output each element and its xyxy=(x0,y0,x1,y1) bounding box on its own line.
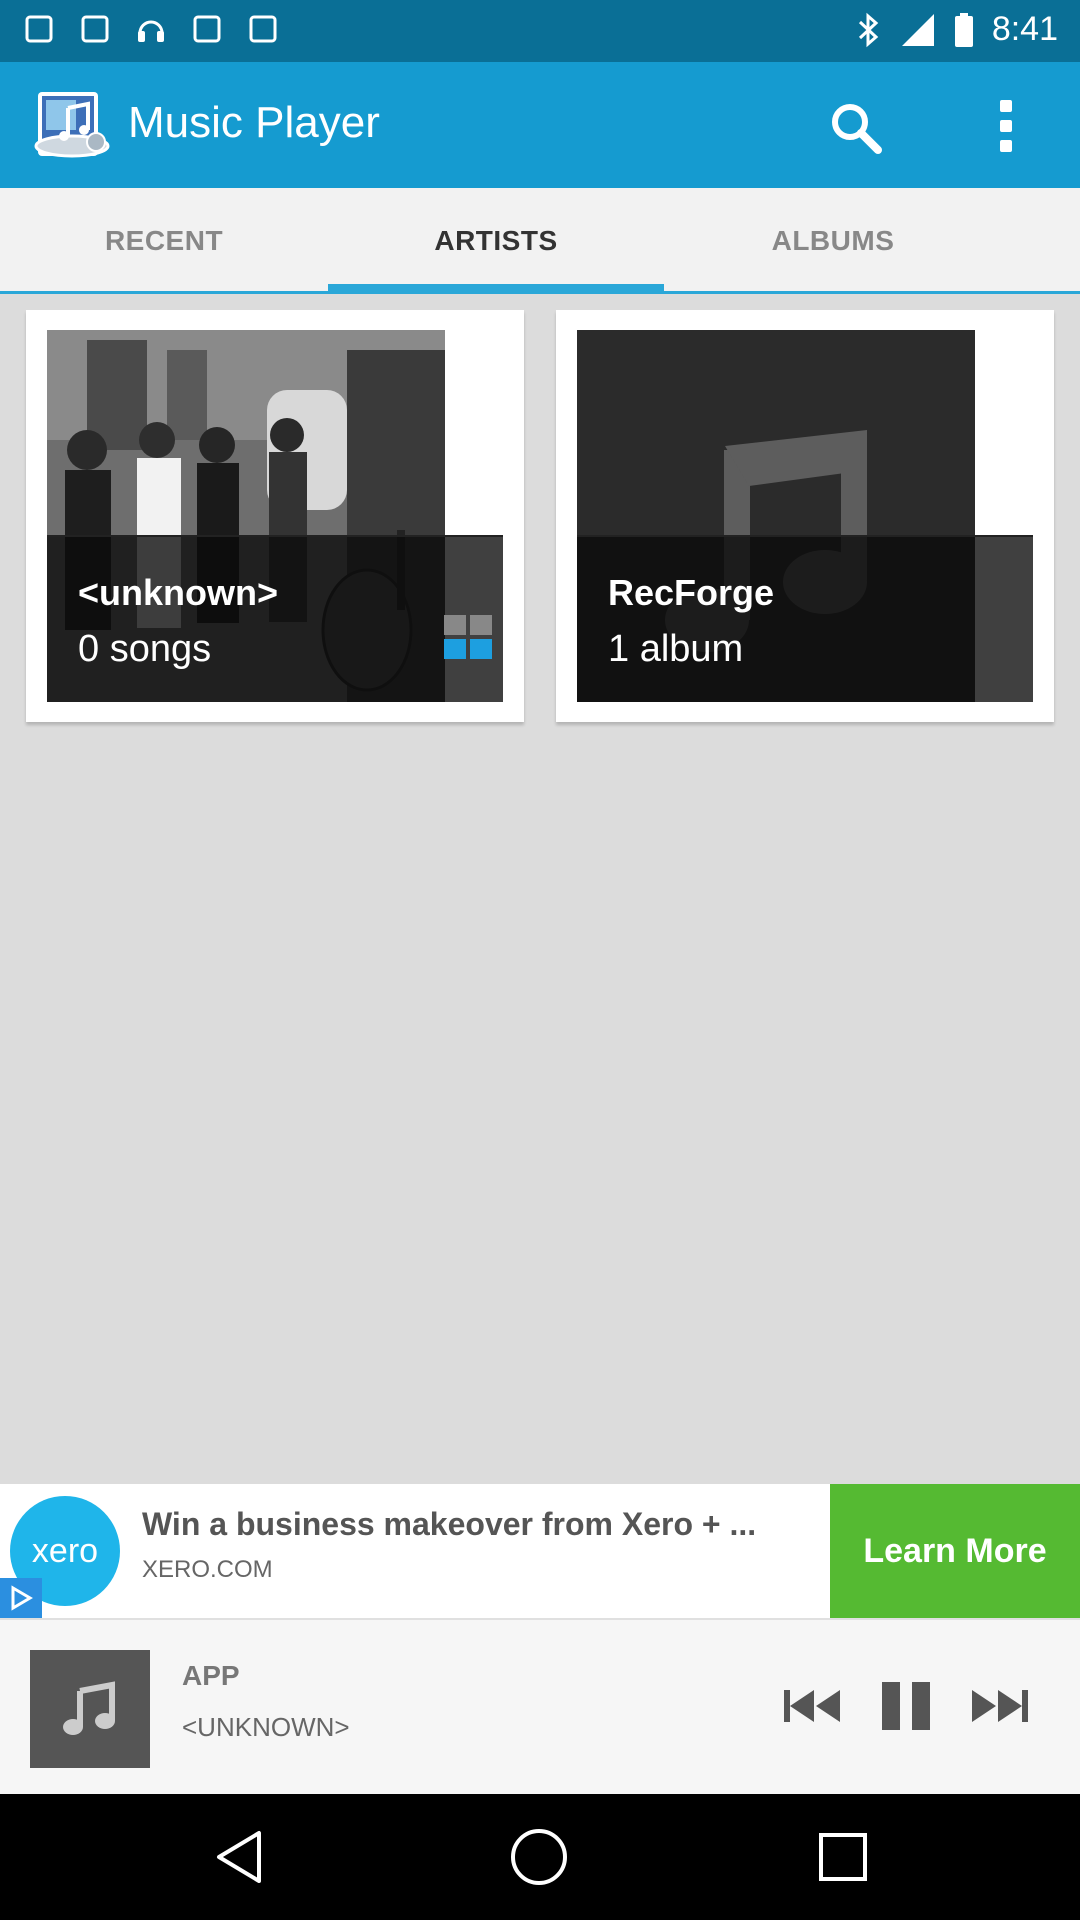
artist-name: RecForge xyxy=(608,572,775,613)
battery-icon xyxy=(954,12,973,47)
system-nav-bar xyxy=(0,1794,1080,1920)
notification-icons xyxy=(22,12,280,46)
status-bar: 8:41 xyxy=(0,0,1080,62)
learn-more-button[interactable]: Learn More xyxy=(830,1484,1080,1618)
artist-count: 0 songs xyxy=(78,628,212,670)
status-right: 8:41 xyxy=(856,10,1058,49)
now-playing-artist: <UNKNOWN> xyxy=(182,1712,350,1742)
tab-recent[interactable]: RECENT xyxy=(0,188,328,294)
signal-icon xyxy=(901,13,934,46)
home-icon[interactable] xyxy=(506,1824,572,1890)
back-icon[interactable] xyxy=(208,1824,274,1890)
now-playing-title: APP xyxy=(182,1660,240,1691)
more-vert-icon[interactable] xyxy=(980,96,1032,156)
ad-title: Win a business makeover from Xero + ... xyxy=(142,1506,757,1542)
music-note-icon xyxy=(30,1650,150,1768)
recents-icon[interactable] xyxy=(810,1824,876,1890)
now-playing-bar[interactable]: APP <UNKNOWN> xyxy=(0,1618,1080,1794)
fast-forward-icon[interactable] xyxy=(968,1678,1032,1734)
grid-badge-icon xyxy=(444,615,494,661)
rewind-icon[interactable] xyxy=(780,1678,844,1734)
status-time: 8:41 xyxy=(991,10,1058,48)
tab-bar: RECENT ARTISTS ALBUMS xyxy=(0,188,1080,294)
tab-albums[interactable]: ALBUMS xyxy=(668,188,998,294)
search-icon[interactable] xyxy=(826,98,886,158)
card-caption-overlay xyxy=(577,535,1033,702)
tab-indicator xyxy=(328,284,664,294)
bluetooth-icon xyxy=(858,12,879,47)
artist-card-recforge[interactable]: RecForge 1 album xyxy=(556,310,1054,722)
artist-card-unknown[interactable]: <unknown> 0 songs xyxy=(26,310,524,722)
app-bar: Music Player xyxy=(0,62,1080,188)
pause-icon[interactable] xyxy=(874,1678,938,1734)
notification-square-icon xyxy=(190,12,224,46)
artist-count: 1 album xyxy=(608,628,744,670)
ad-domain: XERO.COM xyxy=(142,1556,273,1583)
ad-banner[interactable]: xero Win a business makeover from Xero +… xyxy=(0,1484,1080,1618)
notification-square-icon xyxy=(246,12,280,46)
notification-square-icon xyxy=(78,12,112,46)
card-caption-overlay xyxy=(47,535,503,702)
ad-choices-icon[interactable] xyxy=(0,1578,42,1618)
app-title: Music Player xyxy=(128,98,380,147)
notification-square-icon xyxy=(22,12,56,46)
app-logo-icon xyxy=(32,82,118,168)
headphones-icon xyxy=(134,12,168,46)
tab-artists[interactable]: ARTISTS xyxy=(328,188,664,294)
artist-name: <unknown> xyxy=(78,572,279,613)
